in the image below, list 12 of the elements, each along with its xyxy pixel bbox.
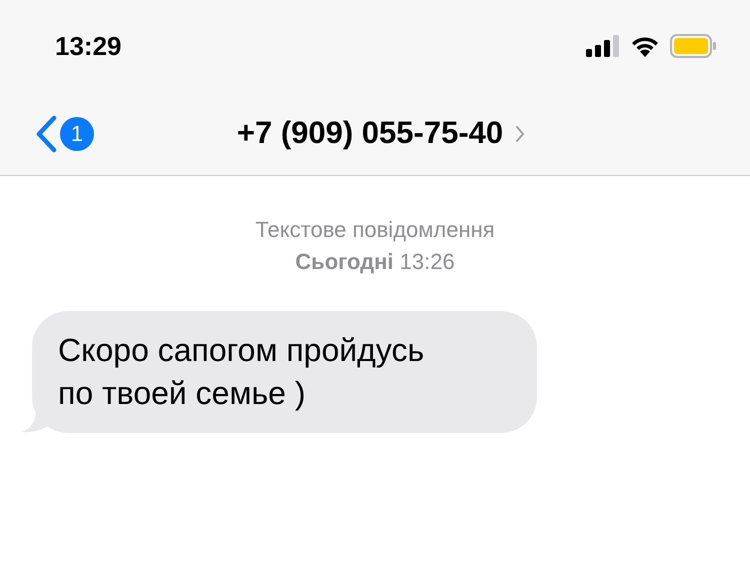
chevron-right-icon xyxy=(515,124,526,142)
message-timestamp: Сьогодні 13:26 xyxy=(295,248,455,276)
signal-icon xyxy=(586,35,620,57)
contact-title[interactable]: +7 (909) 055-75-40 xyxy=(236,110,526,157)
unread-badge: 1 xyxy=(60,116,94,150)
back-chevron-icon xyxy=(34,114,58,154)
message-type-label: Текстове повідомлення xyxy=(255,216,495,244)
message-bubble: Скоро сапогом пройдусь по твоей семье ) xyxy=(32,311,537,433)
back-button[interactable]: 1 xyxy=(34,114,94,154)
battery-icon xyxy=(670,34,716,58)
wifi-icon xyxy=(630,35,660,57)
status-time: 13:29 xyxy=(55,30,122,62)
